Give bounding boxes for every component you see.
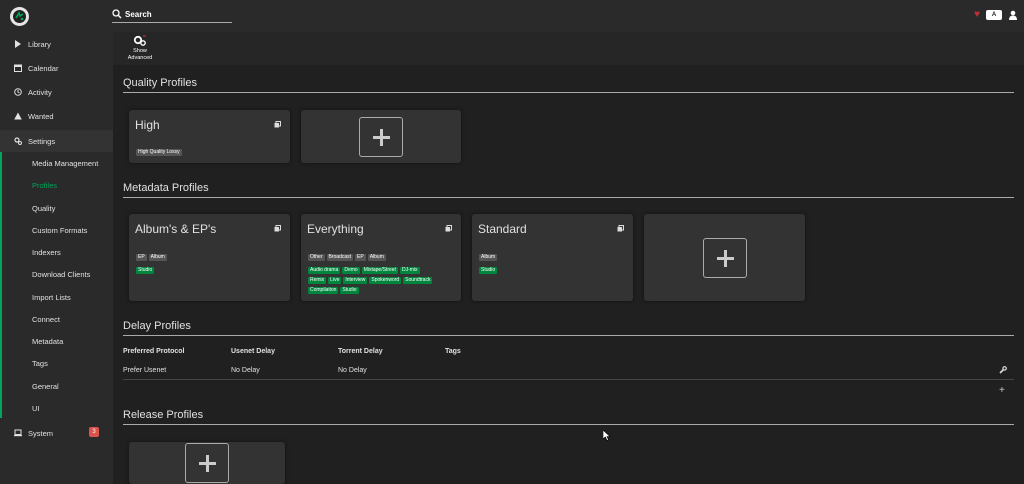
clone-icon[interactable] (445, 225, 452, 232)
heart-icon[interactable]: ♥ (974, 10, 980, 20)
sidebar-item-library[interactable]: Library (0, 33, 113, 55)
settings-item-indexers[interactable]: Indexers (32, 248, 61, 257)
quality-profile-card[interactable]: High High Quality Lossy (129, 110, 290, 163)
sidebar-item-wanted[interactable]: Wanted (0, 105, 113, 127)
add-quality-profile-button[interactable] (301, 110, 461, 163)
settings-item-media-management[interactable]: Media Management (32, 159, 98, 168)
search-input[interactable]: Search (112, 9, 232, 23)
tag: Studio (136, 267, 155, 274)
torrent-delay-cell: No Delay (338, 367, 367, 374)
lidarr-logo[interactable] (10, 7, 29, 26)
protocol-cell: Prefer Usenet (123, 367, 167, 374)
add-metadata-profile-button[interactable] (644, 214, 805, 301)
tag: EP (355, 254, 366, 261)
laptop-icon (14, 429, 22, 437)
tag: Album (367, 254, 386, 261)
tag: Audio drama (308, 267, 341, 274)
tag: Mixtape/Street (361, 267, 398, 274)
tag: Compilation (308, 287, 339, 294)
settings-item-ui[interactable]: UI (32, 404, 40, 413)
tag: EP (136, 254, 147, 261)
metadata-profile-card[interactable]: Standard Album Studio (472, 214, 633, 301)
tag: Album (479, 254, 498, 261)
sidebar-item-system[interactable]: System 3 (0, 422, 113, 444)
wrench-icon[interactable] (999, 366, 1007, 374)
system-badge: 3 (89, 427, 99, 437)
clone-icon[interactable] (617, 225, 624, 232)
settings-item-general[interactable]: General (32, 382, 59, 391)
warning-icon (14, 112, 22, 120)
profile-name: Standard (478, 222, 527, 236)
section-divider (123, 335, 1014, 336)
metadata-profiles-title: Metadata Profiles (123, 182, 209, 194)
section-divider (123, 92, 1014, 93)
column-header: Usenet Delay (231, 348, 275, 355)
mouse-cursor-icon (603, 430, 611, 441)
settings-item-download-clients[interactable]: Download Clients (32, 270, 90, 279)
column-header: Tags (445, 348, 461, 355)
column-header: Torrent Delay (338, 348, 383, 355)
user-icon[interactable] (1008, 10, 1018, 20)
tag: Remix (308, 277, 327, 284)
profile-name: Album's & EP's (135, 222, 217, 236)
add-release-profile-button[interactable] (129, 442, 285, 484)
settings-item-tags[interactable]: Tags (32, 359, 48, 368)
quality-profiles-title: Quality Profiles (123, 77, 197, 89)
delay-profiles-title: Delay Profiles (123, 320, 191, 332)
profile-name: High (135, 118, 160, 132)
section-divider (123, 197, 1014, 198)
settings-item-custom-formats[interactable]: Custom Formats (32, 226, 87, 235)
sidebar-item-activity[interactable]: Activity (0, 81, 113, 103)
calendar-icon (14, 64, 22, 72)
clone-icon[interactable] (274, 225, 281, 232)
plus-icon (702, 237, 747, 278)
settings-group: Settings Media Management Profiles Quali… (0, 130, 113, 418)
section-divider (123, 424, 1014, 425)
tag: Demo (342, 267, 360, 274)
quality-tag: High Quality Lossy (136, 149, 182, 156)
gears-icon (133, 35, 146, 46)
tag: DJ-mix (399, 267, 420, 274)
clock-icon (14, 88, 22, 96)
settings-item-profiles[interactable]: Profiles (32, 181, 57, 190)
tag: Soundtrack (403, 277, 433, 284)
tag: Other (308, 254, 325, 261)
tag: Studio (479, 267, 498, 274)
tag: Studio (340, 287, 359, 294)
tag: Broadcast (326, 254, 354, 261)
gears-icon (14, 137, 22, 145)
plus-icon (185, 443, 229, 483)
metadata-profile-card[interactable]: Everything Other Broadcast EP Album Audi… (301, 214, 461, 301)
tag: Spokenword (369, 277, 402, 284)
sidebar-item-calendar[interactable]: Calendar (0, 57, 113, 79)
sidebar-item-settings[interactable]: Settings (0, 130, 113, 152)
profile-name: Everything (307, 222, 364, 236)
settings-item-quality[interactable]: Quality (32, 204, 55, 213)
search-icon (112, 9, 122, 19)
sidebar: Library Calendar Activity Wanted Setting… (0, 32, 113, 484)
plus-icon (359, 116, 403, 157)
row-divider (123, 379, 1014, 380)
metadata-profile-card[interactable]: Album's & EP's EP Album Studio (129, 214, 290, 301)
settings-item-metadata[interactable]: Metadata (32, 337, 63, 346)
release-profiles-title: Release Profiles (123, 409, 204, 421)
tag: Album (148, 254, 167, 261)
clone-icon[interactable] (274, 121, 281, 128)
add-delay-profile-button[interactable]: + (999, 385, 1005, 396)
usenet-delay-cell: No Delay (231, 367, 260, 374)
tag: Interview (343, 277, 368, 284)
column-header: Preferred Protocol (123, 348, 185, 355)
play-icon (15, 40, 21, 48)
tag: Live (328, 277, 342, 284)
page-toolbar: Show Advanced (113, 32, 1024, 65)
settings-item-connect[interactable]: Connect (32, 315, 60, 324)
top-header: Search ♥ A (0, 0, 1024, 32)
search-placeholder: Search (125, 10, 152, 19)
show-advanced-button[interactable]: Show Advanced (125, 35, 155, 61)
keyboard-shortcuts-icon[interactable]: A (986, 10, 1002, 20)
settings-item-import-lists[interactable]: Import Lists (32, 293, 71, 302)
